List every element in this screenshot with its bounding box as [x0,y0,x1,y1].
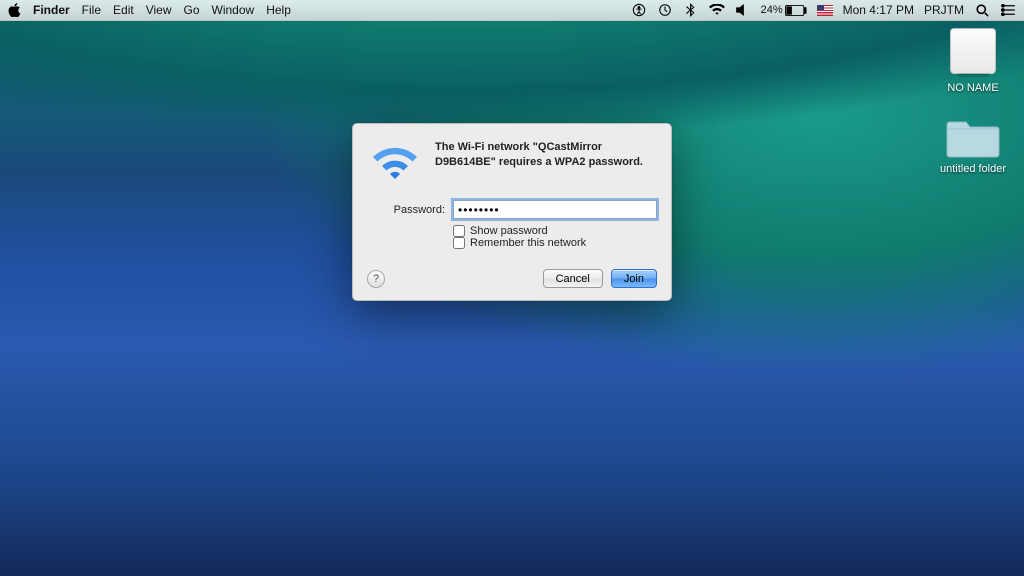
battery-pct: 24% [761,4,783,16]
remember-network-checkbox[interactable]: Remember this network [453,237,657,249]
password-input[interactable] [453,200,657,219]
show-password-checkbox[interactable]: Show password [453,225,657,237]
desktop-drive-icon[interactable]: NO NAME [934,28,1012,94]
menu-edit[interactable]: Edit [113,3,134,17]
menu-help[interactable]: Help [266,3,291,17]
wifi-password-dialog: The Wi-Fi network "QCastMirror D9B614BE"… [352,123,672,301]
wifi-menubar-icon[interactable] [709,2,725,18]
join-button[interactable]: Join [611,269,657,288]
show-password-label: Show password [470,225,548,237]
menu-window[interactable]: Window [212,3,255,17]
folder-icon [945,115,1001,159]
clock[interactable]: Mon 4:17 PM [843,3,914,17]
time-machine-icon[interactable] [657,2,673,18]
desktop-folder-icon[interactable]: untitled folder [934,115,1012,175]
app-menu[interactable]: Finder [33,3,70,17]
folder-label: untitled folder [940,163,1006,175]
user-menu[interactable]: PRJTM [924,3,964,17]
menu-file[interactable]: File [82,3,101,17]
external-drive-icon [945,28,1001,78]
menu-bar: Finder File Edit View Go Window Help 24%… [0,0,1024,21]
show-password-box[interactable] [453,225,465,237]
battery-status[interactable]: 24% [761,4,807,16]
drive-label: NO NAME [947,82,998,94]
volume-icon[interactable] [735,2,751,18]
remember-network-box[interactable] [453,237,465,249]
spotlight-icon[interactable] [974,2,990,18]
input-source-icon[interactable] [817,5,833,16]
menu-go[interactable]: Go [184,3,200,17]
menu-view[interactable]: View [146,3,172,17]
dialog-message: The Wi-Fi network "QCastMirror D9B614BE"… [435,140,657,170]
notification-center-icon[interactable] [1000,2,1016,18]
bluetooth-icon[interactable] [683,2,699,18]
cancel-button[interactable]: Cancel [543,269,603,288]
wifi-icon [367,140,423,182]
password-label: Password: [367,204,445,216]
remember-network-label: Remember this network [470,237,586,249]
help-button[interactable]: ? [367,270,385,288]
apple-menu[interactable] [8,3,21,17]
accessibility-icon[interactable] [631,2,647,18]
